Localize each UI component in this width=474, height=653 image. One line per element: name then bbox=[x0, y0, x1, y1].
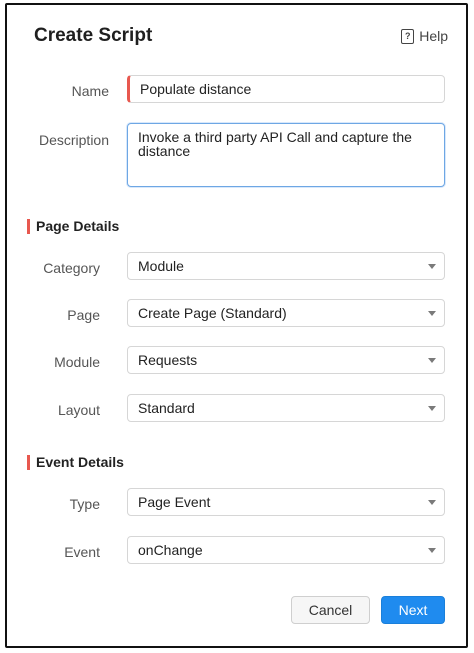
help-label: Help bbox=[419, 28, 448, 44]
category-select-value: Module bbox=[138, 258, 184, 274]
section-marker bbox=[27, 454, 30, 470]
description-textarea[interactable]: Invoke a third party API Call and captur… bbox=[127, 123, 445, 187]
type-select-value: Page Event bbox=[138, 494, 211, 510]
module-select[interactable]: Requests bbox=[127, 346, 445, 374]
create-script-dialog: Create Script ? Help Name Populate dista… bbox=[5, 3, 468, 648]
description-label: Description bbox=[38, 132, 109, 148]
chevron-down-icon bbox=[428, 264, 436, 269]
dialog-title: Create Script bbox=[34, 25, 153, 46]
module-select-value: Requests bbox=[138, 352, 198, 368]
help-icon: ? bbox=[401, 28, 415, 44]
layout-select-value: Standard bbox=[138, 400, 195, 416]
event-select-value: onChange bbox=[138, 542, 203, 558]
category-select[interactable]: Module bbox=[127, 252, 445, 280]
description-textarea-value: Invoke a third party API Call and captur… bbox=[138, 129, 412, 159]
module-label: Module bbox=[54, 354, 100, 370]
next-button[interactable]: Next bbox=[381, 596, 445, 624]
page-label: Page bbox=[67, 307, 100, 323]
chevron-down-icon bbox=[428, 548, 436, 553]
layout-select[interactable]: Standard bbox=[127, 394, 445, 422]
event-label: Event bbox=[64, 544, 100, 560]
chevron-down-icon bbox=[428, 311, 436, 316]
event-details-heading: Event Details bbox=[27, 454, 124, 470]
chevron-down-icon bbox=[428, 500, 436, 505]
layout-label: Layout bbox=[57, 402, 100, 418]
page-details-heading: Page Details bbox=[27, 218, 119, 234]
chevron-down-icon bbox=[428, 406, 436, 411]
section-marker bbox=[27, 218, 30, 234]
name-label: Name bbox=[71, 83, 109, 99]
name-input[interactable]: Populate distance bbox=[127, 75, 445, 103]
name-input-value: Populate distance bbox=[140, 81, 252, 97]
event-select[interactable]: onChange bbox=[127, 536, 445, 564]
cancel-button[interactable]: Cancel bbox=[291, 596, 370, 624]
category-label: Category bbox=[43, 260, 100, 276]
page-select-value: Create Page (Standard) bbox=[138, 305, 287, 321]
type-select[interactable]: Page Event bbox=[127, 488, 445, 516]
help-link[interactable]: ? Help bbox=[401, 28, 448, 44]
event-details-heading-text: Event Details bbox=[36, 454, 124, 470]
page-details-heading-text: Page Details bbox=[36, 218, 120, 234]
page-select[interactable]: Create Page (Standard) bbox=[127, 299, 445, 327]
chevron-down-icon bbox=[428, 358, 436, 363]
type-label: Type bbox=[69, 496, 100, 512]
